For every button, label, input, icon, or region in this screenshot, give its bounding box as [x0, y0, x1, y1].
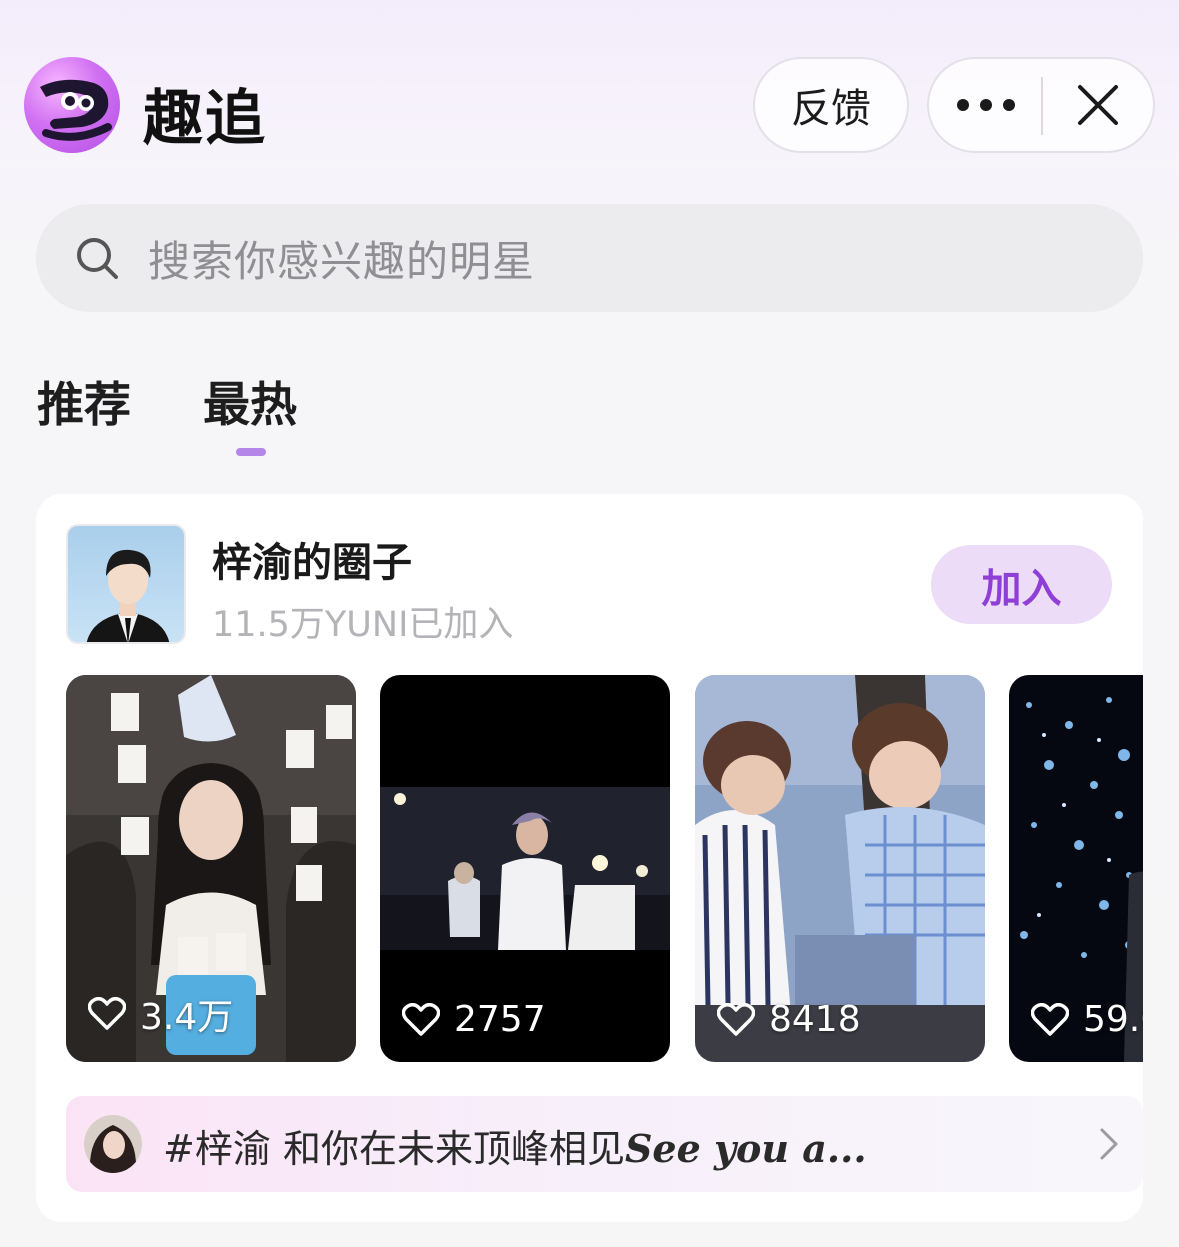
- join-label: 加入: [981, 565, 1062, 612]
- topic-caption: 和你在未来顶峰相见: [282, 1127, 625, 1171]
- circle-member-count: 11.5万YUNI已加入: [212, 605, 514, 645]
- tab-hottest[interactable]: 最热: [203, 366, 297, 435]
- topic-text: #梓渝 和你在未来顶峰相见See you a...: [163, 1118, 943, 1173]
- more-dots-icon: [957, 99, 969, 111]
- heart-icon[interactable]: [1031, 1002, 1069, 1037]
- join-button[interactable]: 加入: [931, 545, 1112, 624]
- chevron-right-icon: [1097, 1126, 1121, 1162]
- heart-icon[interactable]: [88, 997, 126, 1031]
- post-thumbnail[interactable]: 2757: [380, 675, 670, 1062]
- tab-recommended[interactable]: 推荐: [37, 366, 131, 435]
- post-thumbnail[interactable]: 8418: [695, 675, 985, 1062]
- feedback-label: 反馈: [791, 86, 871, 132]
- search-input[interactable]: 搜索你感兴趣的明星: [36, 204, 1143, 312]
- like-count: 3.4万: [88, 988, 233, 1040]
- like-count-value: 2757: [454, 999, 546, 1040]
- topic-script-text: See you a...: [624, 1126, 867, 1171]
- post-thumbnail[interactable]: 3.4万: [66, 675, 356, 1062]
- like-count: 8418: [717, 999, 861, 1040]
- like-count: 59.6: [1031, 999, 1143, 1040]
- more-options-button[interactable]: [929, 59, 1043, 151]
- close-button[interactable]: [1043, 59, 1153, 151]
- more-dot: [1003, 99, 1015, 111]
- active-tab-indicator: [236, 448, 266, 456]
- circle-card[interactable]: 梓渝的圈子 11.5万YUNI已加入 加入 3.4万 2757 8418 59.…: [36, 494, 1143, 1222]
- feedback-button[interactable]: 反馈: [753, 57, 909, 153]
- topic-hashtag: #梓渝: [163, 1127, 271, 1171]
- like-count-value: 3.4万: [140, 997, 234, 1038]
- topic-author-avatar: [84, 1115, 142, 1173]
- app-title: 趣追: [143, 84, 267, 154]
- app-logo-icon: [24, 57, 120, 153]
- search-icon: [74, 235, 120, 281]
- circle-avatar: [66, 524, 186, 644]
- heart-icon[interactable]: [402, 1002, 440, 1037]
- like-count-value: 59.6: [1083, 999, 1143, 1040]
- post-thumbnails: 3.4万 2757 8418 59.: [66, 675, 1143, 1062]
- like-count: 2757: [402, 999, 546, 1040]
- circle-name: 梓渝的圈子: [212, 540, 412, 586]
- heart-icon[interactable]: [717, 1002, 755, 1037]
- more-dot: [980, 99, 992, 111]
- close-icon: [1078, 85, 1118, 125]
- like-count-value: 8418: [769, 999, 861, 1040]
- topic-banner[interactable]: #梓渝 和你在未来顶峰相见See you a...: [66, 1096, 1143, 1192]
- search-placeholder: 搜索你感兴趣的明星: [148, 236, 536, 286]
- post-thumbnail[interactable]: 59.6: [1009, 675, 1143, 1062]
- mini-program-capsule: [927, 57, 1155, 153]
